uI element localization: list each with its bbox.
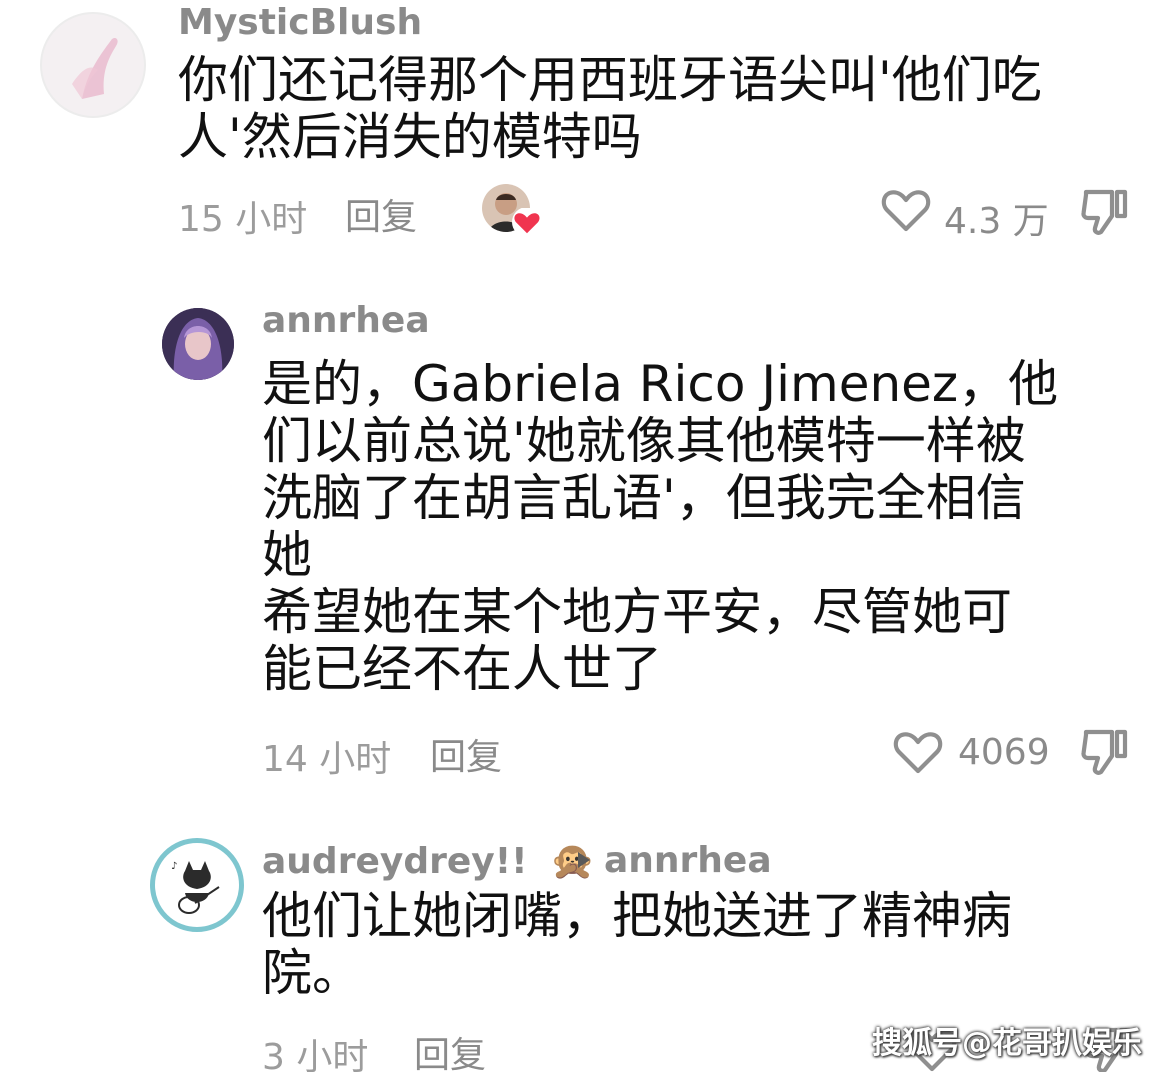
comment-text: 是的，Gabriela Rico Jimenez，他 们以前总说'她就像其他模特… (262, 356, 1142, 698)
reply-button[interactable]: 回复 (414, 1026, 486, 1072)
comment-text-line: 希望她在某个地方平安，尽管她可 (262, 583, 1012, 641)
comment-username[interactable]: MysticBlush (178, 2, 422, 43)
reply-button[interactable]: 回复 (345, 188, 417, 240)
like-heart-icon[interactable] (880, 186, 932, 234)
reply-to-username[interactable]: annrhea (604, 840, 772, 881)
comment-text: 你们还记得那个用西班牙语尖叫'他们吃 人'然后消失的模特吗 (178, 52, 1138, 166)
comment-username[interactable]: annrhea (262, 300, 430, 341)
avatar[interactable] (40, 12, 146, 118)
comment-text: 他们让她闭嘴，把她送进了精神病 院。 (262, 888, 1142, 1002)
username-text: audreydrey!! (262, 841, 528, 882)
comment-text-line: 洗脑了在胡言乱语'，但我完全相信 (262, 469, 1026, 527)
comment-2: annrhea 是的，Gabriela Rico Jimenez，他 们以前总说… (0, 290, 1170, 810)
comment-timestamp: 3 小时 (262, 1037, 369, 1072)
comment-timestamp: 15 小时 (178, 199, 308, 240)
heart-icon (512, 208, 542, 236)
triangle-right-icon (578, 852, 590, 868)
comment-1: MysticBlush 你们还记得那个用西班牙语尖叫'他们吃 人'然后消失的模特… (0, 0, 1170, 260)
like-heart-icon[interactable] (892, 728, 944, 776)
avatar-silhouette-icon (72, 37, 118, 99)
like-count: 4069 (958, 732, 1050, 773)
comment-text-line: 们以前总说'她就像其他模特一样被 (262, 412, 1026, 470)
comment-text-line: 她 (262, 526, 312, 584)
comment-text-line: 人'然后消失的模特吗 (178, 108, 642, 166)
dislike-icon[interactable] (1080, 186, 1130, 238)
watermark: 搜狐号@花哥扒娱乐 (872, 1026, 1142, 1061)
comment-username[interactable]: audreydrey!! 🙊 (262, 840, 595, 882)
dislike-icon[interactable] (1080, 726, 1130, 778)
comment-text-line: 你们还记得那个用西班牙语尖叫'他们吃 (178, 51, 1042, 109)
avatar[interactable] (162, 308, 234, 380)
comment-text-line: 能已经不在人世了 (262, 640, 662, 698)
avatar[interactable]: ♪ (150, 838, 244, 932)
like-count: 4.3 万 (944, 201, 1049, 242)
comment-text-line: 是的，Gabriela Rico Jimenez，他 (262, 355, 1059, 413)
reply-button[interactable]: 回复 (430, 728, 502, 780)
comment-text-line: 院。 (262, 944, 362, 1002)
comment-timestamp: 14 小时 (262, 739, 392, 780)
avatar-portrait-icon (162, 308, 234, 380)
avatar-cat-illustration-icon: ♪ (157, 845, 237, 925)
svg-text:♪: ♪ (171, 861, 177, 872)
comment-text-line: 他们让她闭嘴，把她送进了精神病 (262, 887, 1012, 945)
